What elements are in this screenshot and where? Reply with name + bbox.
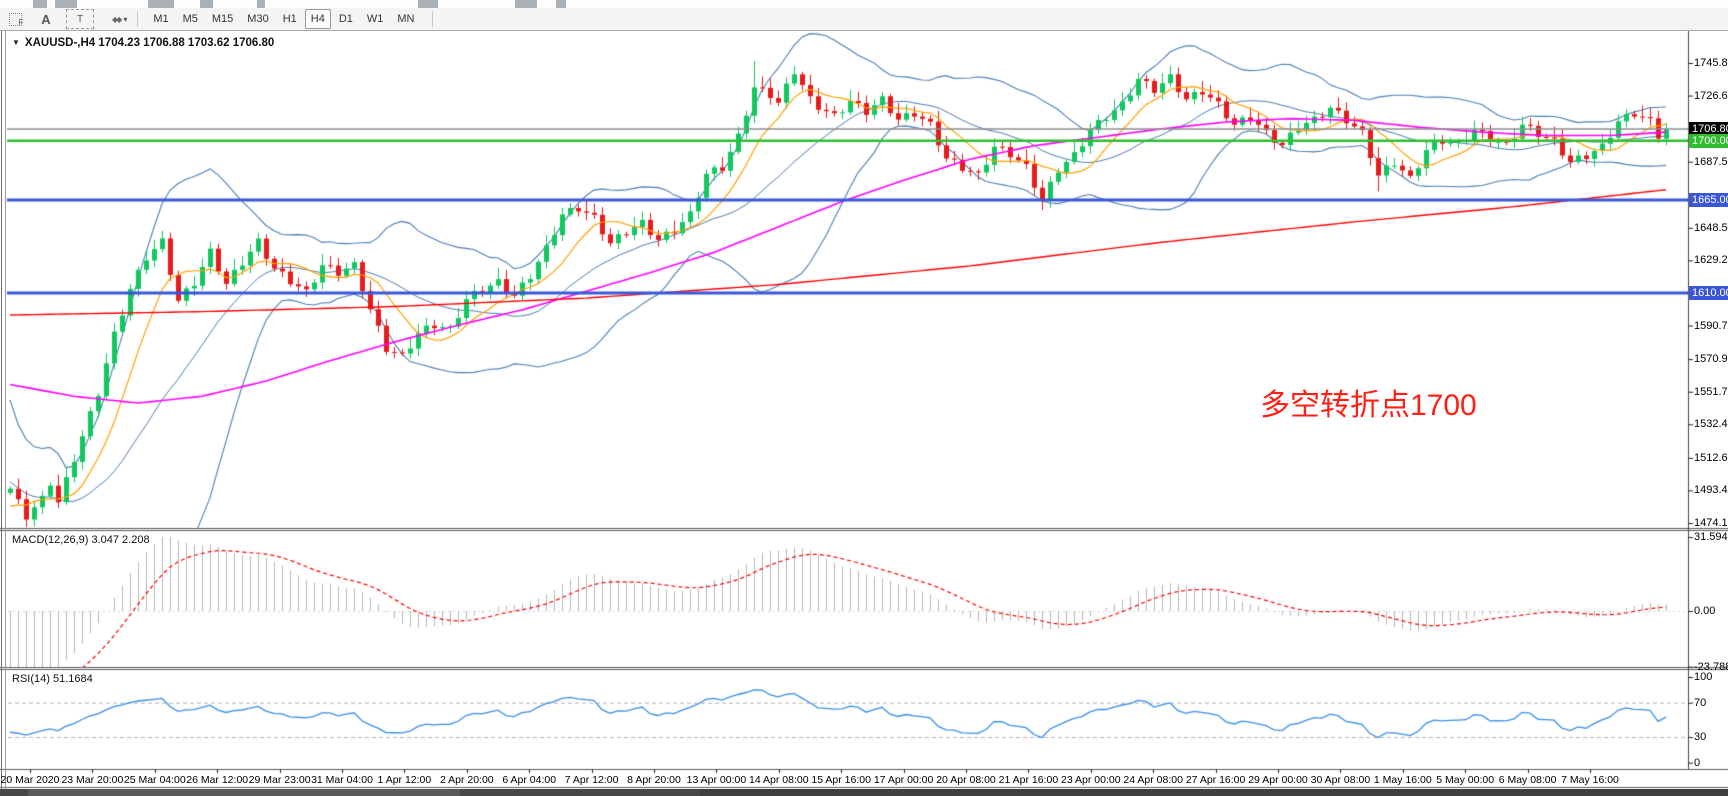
shapes-icon: ◆◆ xyxy=(112,15,120,24)
rsi-scale-label: 100 xyxy=(1694,671,1712,683)
mt4-terminal: F A T ◆◆ ▾ M1 M5 M15 M30 H1 H4 D1 W1 MN … xyxy=(0,0,1728,796)
rsi-scale-label: 0 xyxy=(1694,757,1700,769)
time-axis-label: 20 Apr 08:00 xyxy=(936,774,996,786)
time-axis-label: 6 Apr 04:00 xyxy=(502,774,556,786)
toolbar-fragment xyxy=(515,0,537,8)
timeframe-button-w1[interactable]: W1 xyxy=(361,9,390,29)
time-axis-label: 5 May 00:00 xyxy=(1436,774,1494,786)
chart-title-text: XAUUSD-,H4 1704.23 1706.88 1703.62 1706.… xyxy=(25,37,274,49)
rsi-indicator-label: RSI(14) 51.1684 xyxy=(12,673,93,685)
time-axis-label: 2 Apr 20:00 xyxy=(440,774,494,786)
time-axis-label: 23 Mar 20:00 xyxy=(61,774,123,786)
price-axis-label: 1590.75 xyxy=(1694,320,1728,332)
price-axis-label: 1745.85 xyxy=(1694,57,1728,69)
text-tool-icon: T xyxy=(77,14,83,25)
time-axis-label: 14 Apr 08:00 xyxy=(749,774,809,786)
time-axis-label: 7 May 16:00 xyxy=(1561,774,1619,786)
symbol-dropdown-icon[interactable]: ▼ xyxy=(12,38,20,47)
price-axis-label: 1551.70 xyxy=(1694,386,1728,398)
toolbar-fragment xyxy=(148,0,174,8)
time-axis-label: 17 Apr 00:00 xyxy=(874,774,934,786)
time-axis-label: 15 Apr 16:00 xyxy=(811,774,871,786)
time-axis-label: 1 Apr 12:00 xyxy=(378,774,432,786)
price-axis-badge: 1665.00 xyxy=(1689,193,1728,207)
time-axis-label: 23 Apr 00:00 xyxy=(1061,774,1121,786)
timeframe-button-h1[interactable]: H1 xyxy=(277,9,303,29)
time-axis-label: 21 Apr 16:00 xyxy=(999,774,1059,786)
time-axis-label: 24 Apr 08:00 xyxy=(1123,774,1183,786)
toolbar-fragment xyxy=(556,0,566,8)
price-axis-label: 1687.55 xyxy=(1694,156,1728,168)
toolbar-separator xyxy=(432,11,433,27)
timeframe-button-d1[interactable]: D1 xyxy=(333,9,359,29)
crosshair-tool-button[interactable]: F xyxy=(6,10,26,28)
time-axis-label: 29 Mar 23:00 xyxy=(249,774,311,786)
toolbar-separator xyxy=(137,11,138,27)
time-axis-label: 13 Apr 00:00 xyxy=(687,774,747,786)
status-bar-segment xyxy=(700,789,1728,796)
time-axis-label: 31 Mar 04:00 xyxy=(311,774,373,786)
text-box-tool-button[interactable]: T xyxy=(66,9,94,29)
macd-scale-label: 0.00 xyxy=(1694,605,1715,617)
time-axis-label: 1 May 16:00 xyxy=(1374,774,1432,786)
time-axis-label: 20 Mar 2020 xyxy=(1,774,60,786)
chart-annotation-text: 多空转折点1700 xyxy=(1260,380,1477,424)
time-axis-label: 29 Apr 00:00 xyxy=(1248,774,1308,786)
time-axis-label: 27 Apr 16:00 xyxy=(1186,774,1246,786)
toolbar-fragment xyxy=(55,0,77,8)
toolbar: F A T ◆◆ ▾ M1 M5 M15 M30 H1 H4 D1 W1 MN xyxy=(0,8,1728,31)
time-axis-label: 25 Mar 04:00 xyxy=(124,774,186,786)
time-axis-label: 6 May 08:00 xyxy=(1499,774,1557,786)
macd-indicator-label: MACD(12,26,9) 3.047 2.208 xyxy=(12,534,150,546)
status-bar-segment xyxy=(28,789,460,796)
timeframe-button-mn[interactable]: MN xyxy=(391,9,420,29)
timeframe-button-m15[interactable]: M15 xyxy=(206,9,239,29)
rsi-scale-label: 30 xyxy=(1694,731,1706,743)
crosshair-label: F xyxy=(19,18,24,27)
price-axis-badge: 1700.00 xyxy=(1689,134,1728,148)
toolbar-fragment xyxy=(33,0,47,8)
macd-scale-label: 31.594 xyxy=(1694,531,1728,543)
bottom-status-bar xyxy=(0,789,1728,796)
price-axis-badge: 1610.00 xyxy=(1689,286,1728,300)
price-axis-label: 1532.45 xyxy=(1694,418,1728,430)
timeframe-button-h4[interactable]: H4 xyxy=(305,9,331,29)
price-axis-label: 1570.95 xyxy=(1694,353,1728,365)
window-left-border xyxy=(1,31,2,789)
time-axis-label: 30 Apr 08:00 xyxy=(1311,774,1371,786)
time-axis-label: 26 Mar 12:00 xyxy=(186,774,248,786)
text-label-tool-button[interactable]: A xyxy=(36,10,56,28)
chevron-down-icon: ▾ xyxy=(123,15,127,24)
timeframe-button-m1[interactable]: M1 xyxy=(147,9,174,29)
shapes-tool-button[interactable]: ◆◆ ▾ xyxy=(100,10,127,28)
timeframe-button-m5[interactable]: M5 xyxy=(177,9,204,29)
price-axis-label: 1493.40 xyxy=(1694,484,1728,496)
rsi-scale-label: 70 xyxy=(1694,697,1706,709)
timeframe-button-m30[interactable]: M30 xyxy=(241,9,274,29)
price-axis-label: 1512.65 xyxy=(1694,452,1728,464)
chart-window: ▼ XAUUSD-,H4 1704.23 1706.88 1703.62 1706… xyxy=(0,30,1728,791)
cropped-toolbar-fragments xyxy=(0,0,1728,8)
price-axis-label: 1648.50 xyxy=(1694,222,1728,234)
price-axis-label: 1474.15 xyxy=(1694,517,1728,529)
time-axis-label: 8 Apr 20:00 xyxy=(627,774,681,786)
window-left-inner-border xyxy=(5,31,6,789)
price-axis-label: 1726.60 xyxy=(1694,90,1728,102)
chart-title: ▼ XAUUSD-,H4 1704.23 1706.88 1703.62 1706… xyxy=(12,37,274,49)
toolbar-fragment xyxy=(418,0,438,8)
time-axis-label: 7 Apr 12:00 xyxy=(565,774,619,786)
toolbar-fragment xyxy=(200,0,213,8)
toolbar-fragment xyxy=(257,0,265,8)
price-axis-label: 1629.25 xyxy=(1694,254,1728,266)
